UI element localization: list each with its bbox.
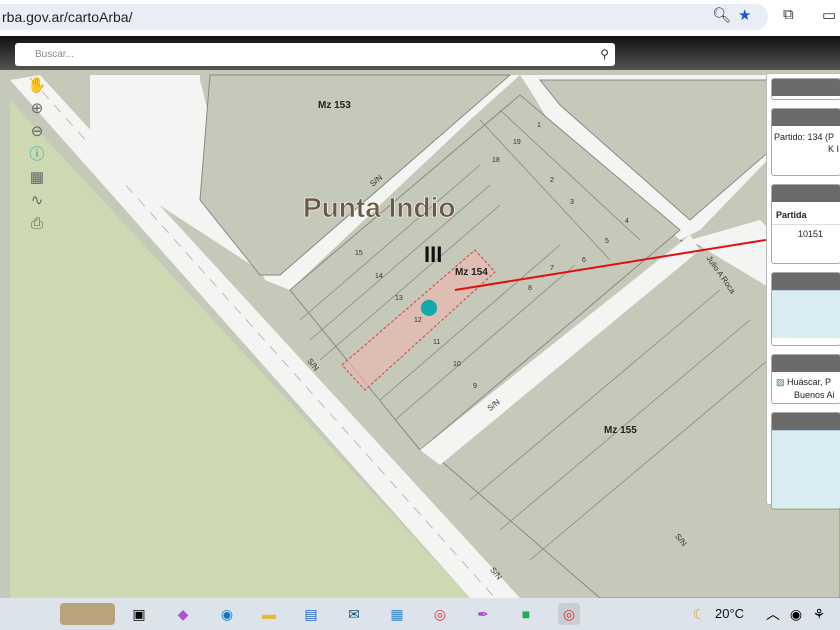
location-pin-icon: ⬤ — [420, 299, 438, 316]
label-mz154: Mz 154 — [455, 267, 488, 278]
info-icon[interactable]: ⓘ — [27, 145, 47, 165]
zoom-in-icon[interactable]: ⊕ — [27, 99, 47, 119]
browser-toolbar: rba.gov.ar/cartoArba/ 🔍︎ ★ ⧉ ▭ — [0, 0, 840, 36]
task-view-icon[interactable]: ▣ — [128, 603, 150, 625]
file-explorer-icon[interactable]: ▬ — [258, 603, 280, 625]
app-icon[interactable]: ▦ — [386, 603, 408, 625]
info-panel: Partido: 134 (P K I Partida 10151 ▨ Huás… — [766, 73, 840, 510]
edge-icon[interactable]: ◉ — [216, 603, 238, 625]
widget-sloth-icon[interactable] — [60, 603, 115, 625]
cast-icon[interactable]: ▭ — [822, 6, 836, 24]
partida-value[interactable]: 10151 — [772, 225, 840, 239]
taskbar — [0, 598, 840, 630]
panel-box-address: ▨ Huáscar, P Buenos Ai — [771, 354, 840, 404]
copilot-icon[interactable]: ◆ — [172, 603, 194, 625]
store-icon[interactable]: ▤ — [300, 603, 322, 625]
meet-icon[interactable]: ■ — [515, 603, 537, 625]
lot-number: 18 — [492, 157, 500, 164]
panel-box-empty-2 — [771, 412, 840, 510]
panel-box-partida: Partida 10151 — [771, 184, 840, 264]
address-line2: Buenos Ai — [794, 390, 835, 400]
lot-number: 1 — [537, 122, 541, 129]
address-text[interactable]: ▨ Huáscar, P — [772, 372, 840, 388]
weather-moon-icon: ☾ — [692, 606, 706, 622]
measure-icon[interactable]: ∿ — [27, 191, 47, 211]
layers-icon[interactable]: ▦ — [27, 168, 47, 188]
lot-number: 3 — [570, 199, 574, 206]
lot-number: 6 — [582, 257, 586, 264]
lot-number: 19 — [513, 139, 521, 146]
lot-number: 8 — [528, 285, 532, 292]
chrome-icon[interactable]: ◎ — [429, 603, 451, 625]
partido-text-line2: K I — [828, 144, 840, 154]
lot-number: 15 — [355, 250, 363, 257]
map-svg[interactable]: ⬤ Mz 153 Punta Indio III Mz 154 Mz 155 S… — [0, 70, 840, 598]
zoom-icon[interactable]: 🔍︎ — [712, 6, 731, 24]
search-icon[interactable]: ⚲ — [600, 43, 609, 66]
bookmark-star-icon[interactable]: ★ — [738, 6, 751, 24]
chrome-active-icon[interactable]: ◎ — [558, 603, 580, 625]
town-label: Punta Indio — [303, 192, 455, 223]
search-placeholder: Buscar... — [35, 49, 74, 60]
lot-number: 4 — [625, 218, 629, 225]
search-input[interactable]: Buscar... ⚲ — [15, 43, 615, 66]
tray-icon[interactable]: ◉ — [785, 603, 807, 625]
lot-number: 14 — [375, 273, 383, 280]
feather-app-icon[interactable]: ✒ — [472, 603, 494, 625]
label-mz155: Mz 155 — [604, 425, 637, 436]
print-icon[interactable]: ⎙ — [27, 214, 47, 234]
outlook-icon[interactable]: ✉ — [343, 603, 365, 625]
tray-chevron-icon[interactable]: ︿ — [762, 603, 784, 625]
zone-label: III — [424, 242, 442, 267]
url-bar[interactable]: rba.gov.ar/cartoArba/ — [0, 4, 768, 30]
pan-icon[interactable]: ✋ — [27, 76, 47, 96]
lot-number: 5 — [605, 238, 609, 245]
map-toolbar: ✋ ⊕ ⊖ ⓘ ▦ ∿ ⎙ — [27, 76, 49, 234]
lot-number: 7 — [550, 265, 554, 272]
lot-number: 11 — [433, 339, 440, 346]
address-line1: Huáscar, P — [787, 377, 832, 387]
weather-temp[interactable]: 20°C — [715, 606, 744, 621]
lot-number: 12 — [414, 317, 422, 324]
panel-box-partido: Partido: 134 (P K I — [771, 108, 840, 176]
tray-icon-2[interactable]: ⚘ — [808, 603, 830, 625]
panel-box-empty — [771, 272, 840, 346]
label-mz153: Mz 153 — [318, 100, 351, 111]
lot-number: 10 — [453, 361, 461, 368]
lot-number: 2 — [550, 177, 554, 184]
lot-number: 13 — [395, 295, 403, 302]
map-canvas[interactable]: ⬤ Mz 153 Punta Indio III Mz 154 Mz 155 S… — [0, 70, 840, 598]
extensions-icon[interactable]: ⧉ — [783, 6, 794, 23]
lot-number: 9 — [473, 383, 477, 390]
panel-box-title — [771, 78, 840, 100]
map-link-icon: ▨ — [776, 377, 785, 387]
partida-header: Partida — [772, 202, 840, 225]
partido-text: Partido: 134 (P — [774, 132, 835, 142]
zoom-out-icon[interactable]: ⊖ — [27, 122, 47, 142]
